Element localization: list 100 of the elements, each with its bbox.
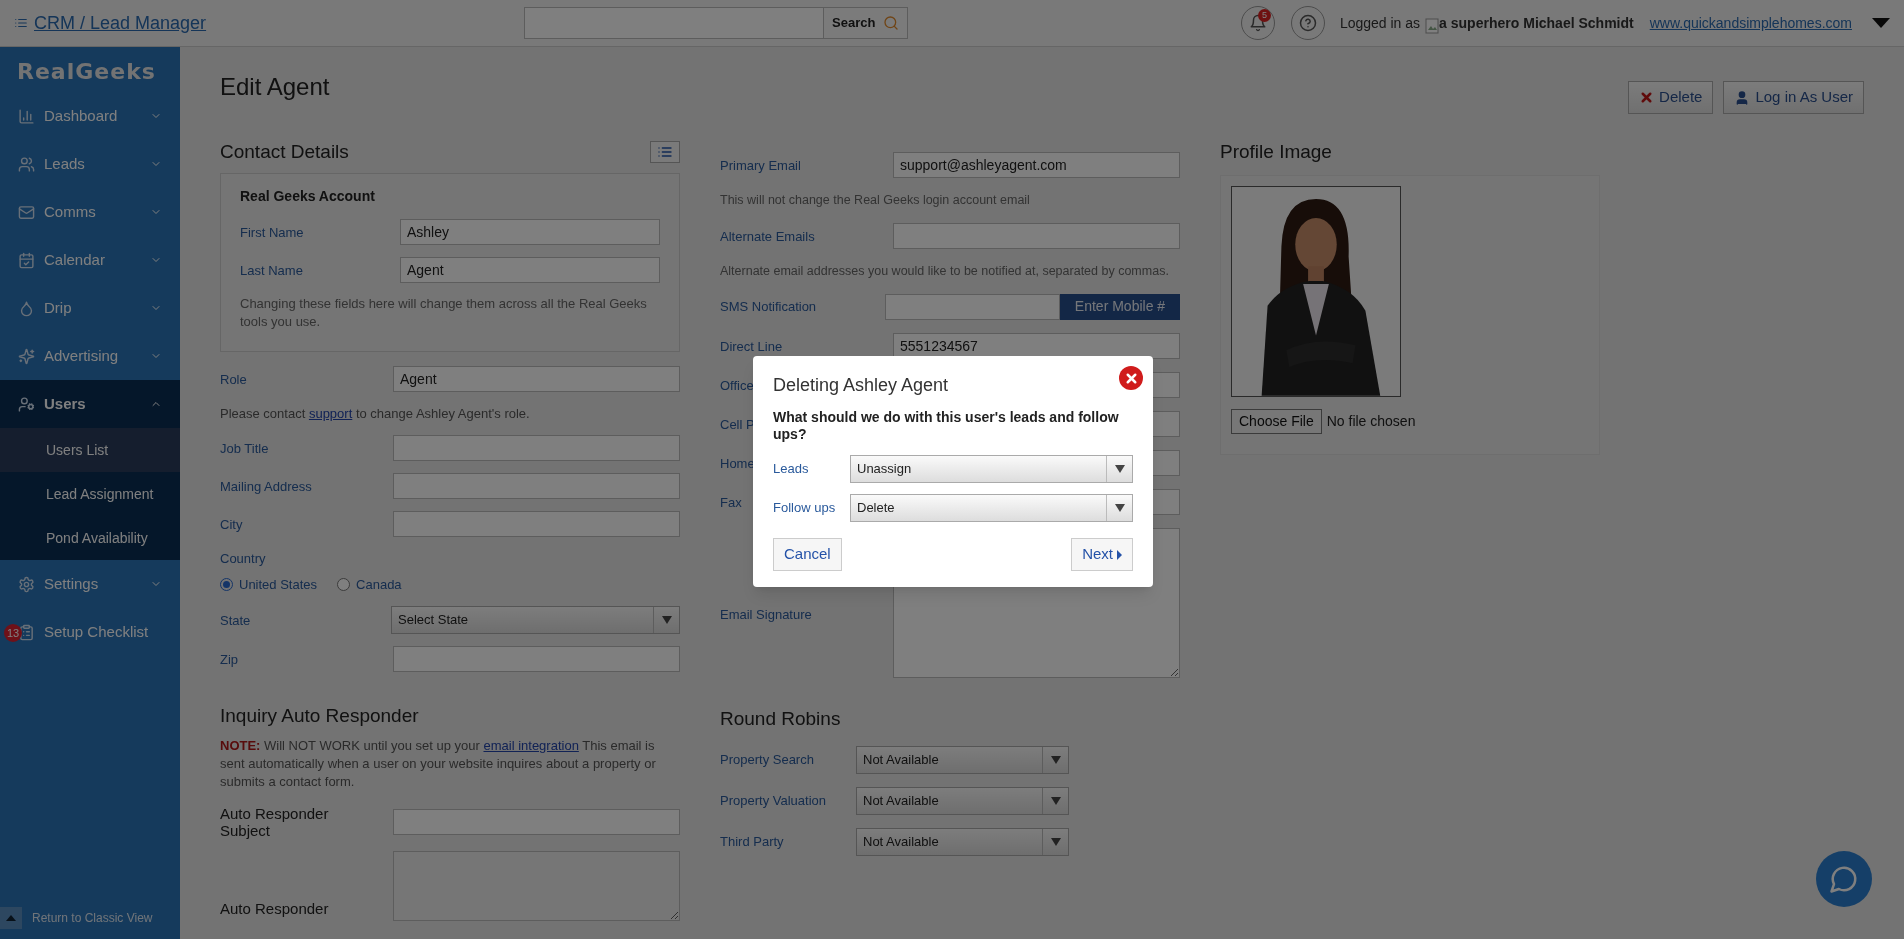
field-label: Office <box>720 377 754 393</box>
logged-in-label: Logged in as <box>1339 13 1421 33</box>
field-label: Property Valuation <box>720 792 827 811</box>
caret-icon <box>1050 797 1061 805</box>
field-label: Last Name <box>240 262 303 278</box>
text-field[interactable] <box>393 435 680 461</box>
search-button[interactable]: Search <box>824 7 909 39</box>
next-button[interactable]: Next <box>1071 538 1133 571</box>
bell-icon <box>1248 14 1267 32</box>
field-label: Third Party <box>720 833 785 852</box>
text-field[interactable] <box>893 222 1180 249</box>
field-label: Alternate Emails <box>720 228 815 244</box>
caret-icon <box>1050 838 1061 846</box>
sidebar-item[interactable]: Calendar <box>0 236 180 284</box>
classic-view-link[interactable]: Return to Classic View <box>32 909 153 927</box>
list-view-button[interactable] <box>650 141 680 164</box>
section-heading: Contact Details <box>220 140 349 164</box>
dashboard-icon <box>18 107 35 125</box>
chat-button[interactable] <box>1816 851 1872 907</box>
caret-right-icon <box>1117 549 1122 560</box>
delete-button[interactable]: Delete <box>1628 81 1714 114</box>
sidebar-item[interactable]: Advertising <box>0 332 180 380</box>
field-label: Home <box>720 455 755 471</box>
email-integration-link[interactable]: email integration <box>483 737 579 753</box>
help-text: This will not change the Real Geeks login account email <box>720 192 1031 209</box>
field-label: Primary Email <box>720 158 801 173</box>
text-field[interactable] <box>393 511 680 537</box>
cancel-button[interactable]: Cancel <box>773 538 842 571</box>
caret-icon <box>1114 504 1125 512</box>
drip-icon <box>18 299 35 317</box>
field-label: Mailing Address <box>220 479 312 494</box>
sidebar-item[interactable]: Users <box>0 380 180 428</box>
file-status: No file chosen <box>1326 411 1416 431</box>
support-link[interactable]: support <box>308 405 353 421</box>
select-dropdown[interactable]: Delete <box>850 494 1133 522</box>
sidebar-item[interactable]: Comms <box>0 188 180 236</box>
select-dropdown[interactable]: Unassign <box>850 455 1133 483</box>
field-label: Zip <box>220 652 239 667</box>
text-field[interactable]: Agent <box>400 256 660 283</box>
dialog-title: Deleting Ashley Agent <box>773 374 949 397</box>
field-label: Leads <box>773 460 810 479</box>
sidebar-item[interactable]: Drip <box>0 284 180 332</box>
enter-mobile-button[interactable]: Enter Mobile # <box>1060 293 1180 320</box>
close-button[interactable] <box>1119 366 1143 390</box>
text-field[interactable] <box>393 473 680 499</box>
radio-button[interactable] <box>337 577 351 591</box>
calendar-icon <box>18 251 35 269</box>
submenu-item[interactable]: Users List <box>0 428 180 472</box>
list-icon <box>14 16 28 30</box>
scroll-top-button[interactable] <box>0 907 22 929</box>
dropdown-caret-icon[interactable] <box>1872 18 1890 28</box>
text-area[interactable] <box>393 850 680 921</box>
radio-label: United States <box>239 575 318 594</box>
help-text: Please contact support to change Ashley Agent's role. <box>220 404 531 423</box>
site-link[interactable]: www.quickandsimplehomes.com <box>1649 12 1852 34</box>
dialog-question: What should we do with this user's leads and follow ups? <box>773 409 1120 443</box>
section-heading: Round Robins <box>720 706 842 731</box>
page-title-link[interactable]: CRM / Lead Manager <box>34 9 207 37</box>
help-text: Alternate email addresses you would like to be notified at, separated by commas. <box>720 262 1170 280</box>
field-label: Auto Responder <box>220 899 330 919</box>
help-text: Changing these fields here will change them across all the Real Geeks tools you use. <box>240 294 648 331</box>
choose-file-button[interactable]: Choose File <box>1231 408 1322 434</box>
text-field[interactable] <box>885 293 1060 320</box>
submenu-item[interactable]: Pond Availability <box>0 516 180 560</box>
avatar-alt-text: a superhero <box>1439 13 1520 33</box>
page-title: Edit Agent <box>220 72 330 102</box>
panel-heading: Real Geeks Account <box>240 186 376 206</box>
search-field[interactable] <box>524 7 824 39</box>
checklist-icon <box>18 623 35 641</box>
field-label: SMS Notification <box>720 297 818 316</box>
caret-icon <box>661 616 672 624</box>
text-field[interactable]: Agent <box>393 365 680 392</box>
section-heading: Inquiry Auto Responder <box>220 704 420 728</box>
select-dropdown[interactable]: Select State <box>391 606 680 634</box>
caret-icon <box>1050 756 1061 764</box>
user-name: Michael Schmidt <box>1523 13 1634 33</box>
field-label: Fax <box>720 494 742 510</box>
text-field[interactable]: Ashley <box>400 218 660 245</box>
text-field[interactable]: support@ashleyagent.com <box>893 152 1180 178</box>
leads-icon <box>18 155 35 173</box>
text-field[interactable]: 5551234567 <box>893 332 1180 359</box>
sidebar-item[interactable]: 13 Setup Checklist <box>0 608 180 656</box>
users-icon <box>18 395 35 413</box>
field-label: Role <box>220 371 247 387</box>
select-dropdown[interactable]: Not Available <box>856 828 1069 856</box>
select-dropdown[interactable]: Not Available <box>856 787 1069 815</box>
select-dropdown[interactable]: Not Available <box>856 746 1069 774</box>
radio-label: Canada <box>356 575 402 594</box>
sidebar-item[interactable]: Dashboard <box>0 92 180 140</box>
log-in-as-user-button[interactable]: Log in As User <box>1723 81 1864 114</box>
field-label: State <box>220 613 251 628</box>
text-field[interactable] <box>393 808 680 835</box>
field-label: Property Search <box>720 751 815 770</box>
sidebar-item[interactable]: Leads <box>0 140 180 188</box>
text-field[interactable] <box>393 646 680 672</box>
help-text: NOTE: Will NOT WORK until you set up your email integration This email is sent automatically when a user on your website inquires about a property or submits a contact form. <box>220 736 657 791</box>
chat-icon <box>1829 864 1859 894</box>
field-label: Direct Line <box>720 338 783 354</box>
submenu-item[interactable]: Lead Assignment <box>0 472 180 516</box>
sidebar-item[interactable]: Settings <box>0 560 180 608</box>
